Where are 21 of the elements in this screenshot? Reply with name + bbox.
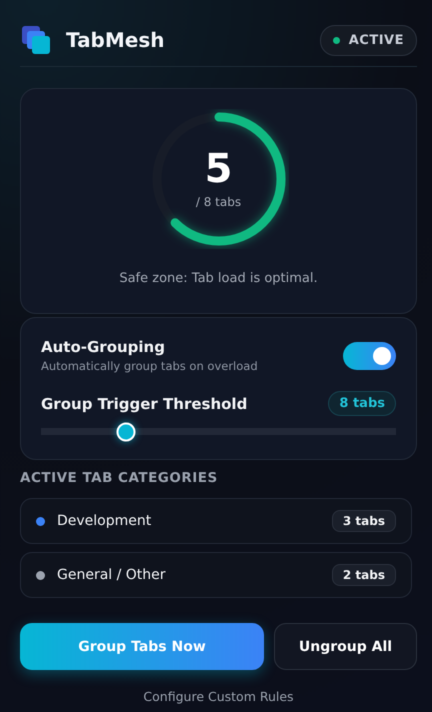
toggle-switch[interactable] bbox=[343, 342, 396, 370]
setting-description: Automatically group tabs on overload bbox=[41, 359, 258, 373]
section-heading: ACTIVE TAB CATEGORIES bbox=[20, 470, 219, 486]
status-badge: ACTIVE bbox=[320, 24, 417, 56]
category-row[interactable]: General / Other 2 tabs bbox=[20, 552, 412, 598]
ungroup-button[interactable]: Ungroup All bbox=[274, 623, 417, 670]
threshold-value: 8 tabs bbox=[328, 391, 396, 416]
logo-icon bbox=[20, 24, 52, 56]
setting-label: Group Trigger Threshold bbox=[41, 394, 248, 412]
tab-count-badge: 3 tabs bbox=[332, 510, 396, 532]
category-name: General / Other bbox=[57, 567, 167, 583]
tab-limit: / 8 tabs bbox=[196, 195, 242, 209]
category-name: Development bbox=[57, 513, 152, 529]
tab-count: 5 bbox=[204, 149, 232, 189]
setting-label: Auto-Grouping bbox=[41, 338, 166, 356]
category-row[interactable]: Development 3 tabs bbox=[20, 498, 412, 544]
configure-link[interactable]: Configure Custom Rules bbox=[143, 689, 294, 704]
app-title: TabMesh bbox=[66, 28, 164, 52]
slider-thumb[interactable] bbox=[116, 422, 136, 441]
tab-count-badge: 2 tabs bbox=[332, 564, 396, 586]
status-message: Safe zone: Tab load is optimal. bbox=[119, 271, 318, 286]
